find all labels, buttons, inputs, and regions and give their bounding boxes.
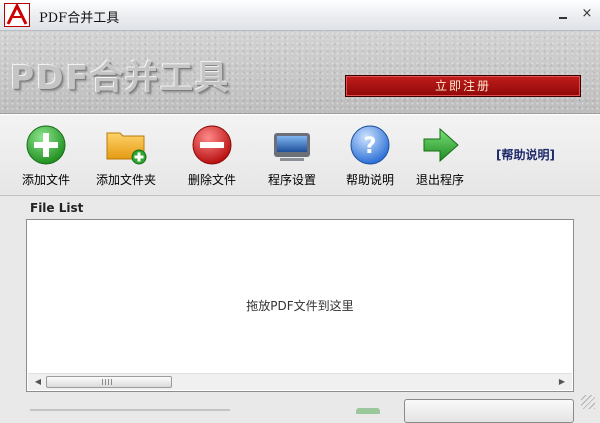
settings-label: 程序设置: [267, 173, 316, 187]
drop-hint: 拖放PDF文件到这里: [246, 299, 354, 313]
file-list-label: File List: [30, 201, 84, 215]
scroll-right-icon[interactable]: ▶: [554, 374, 570, 390]
pdf-app-icon: [4, 3, 30, 27]
svg-text:?: ?: [364, 134, 377, 159]
add-file-icon: [26, 125, 66, 165]
banner: PDF合并工具 立即注册: [0, 31, 600, 114]
exit-icon: [423, 127, 459, 163]
window-title: PDF合并工具: [39, 11, 120, 26]
add-folder-icon: [106, 132, 147, 165]
add-file-button[interactable]: 添加文件: [8, 123, 84, 193]
exit-label: 退出程序: [415, 173, 464, 187]
settings-icon: [274, 133, 310, 161]
add-file-label: 添加文件: [21, 173, 70, 187]
minimize-button[interactable]: [556, 6, 572, 22]
toolbar: 添加文件 添加文件夹 删除文件 程序设置 ? 帮助说明 退出程序 [帮助说明]: [0, 114, 600, 196]
help-button[interactable]: ? 帮助说明: [332, 123, 408, 193]
delete-file-icon: [192, 125, 232, 165]
settings-button[interactable]: 程序设置: [254, 123, 330, 193]
exit-button[interactable]: 退出程序: [402, 123, 478, 193]
close-button[interactable]: ×: [579, 6, 595, 22]
resize-grip-icon[interactable]: [581, 395, 595, 409]
add-folder-label: 添加文件夹: [95, 173, 156, 187]
help-label: 帮助说明: [345, 173, 394, 187]
scroll-left-icon[interactable]: ◀: [30, 374, 46, 390]
delete-file-button[interactable]: 删除文件: [174, 123, 250, 193]
scroll-thumb[interactable]: [46, 376, 172, 388]
grip-icon: [102, 379, 112, 385]
horizontal-scrollbar[interactable]: ◀ ▶: [28, 373, 572, 390]
bottom-button[interactable]: [404, 399, 574, 423]
delete-file-label: 删除文件: [187, 173, 236, 187]
register-button[interactable]: 立即注册: [345, 75, 581, 97]
status-indicator: [356, 408, 380, 414]
banner-logo-title: PDF合并工具: [10, 58, 231, 97]
add-folder-button[interactable]: 添加文件夹: [88, 123, 164, 193]
help-link[interactable]: [帮助说明]: [496, 146, 555, 163]
help-icon: ?: [350, 125, 390, 165]
title-bar: PDF合并工具 ×: [0, 0, 600, 31]
file-list-box[interactable]: 拖放PDF文件到这里 ◀ ▶: [26, 219, 574, 392]
bottom-divider: [30, 409, 230, 411]
